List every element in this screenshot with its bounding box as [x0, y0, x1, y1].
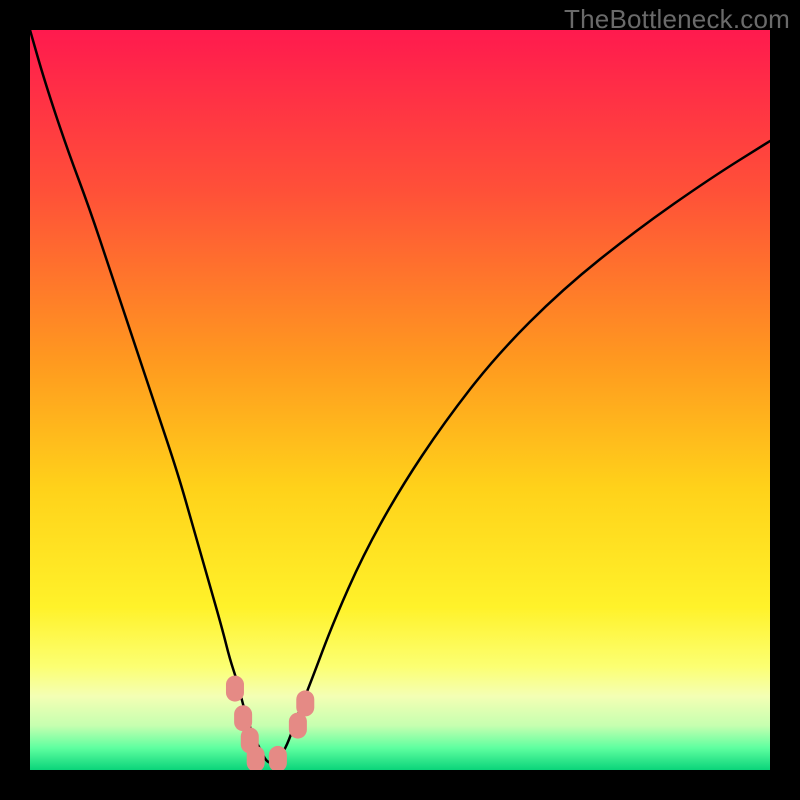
marker-right-2 [296, 690, 314, 716]
gradient-background [30, 30, 770, 770]
marker-bottom-left [247, 746, 265, 770]
bottleneck-chart [30, 30, 770, 770]
watermark-text: TheBottleneck.com [564, 4, 790, 35]
marker-descending-1 [226, 676, 244, 702]
plot-area [30, 30, 770, 770]
chart-frame: TheBottleneck.com [0, 0, 800, 800]
marker-descending-2 [234, 705, 252, 731]
marker-bottom-right [269, 746, 287, 770]
marker-right-1 [289, 713, 307, 739]
